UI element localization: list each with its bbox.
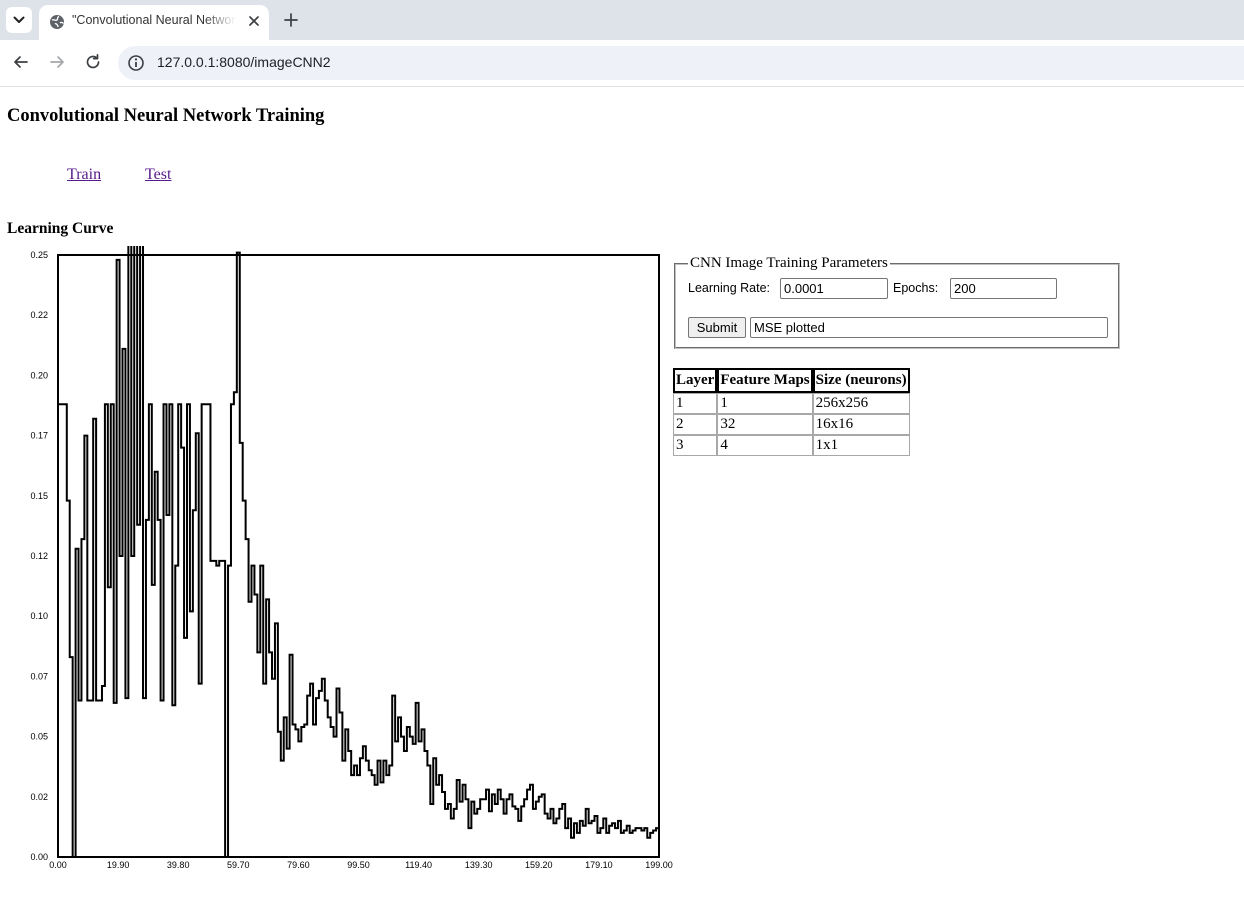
x-tick-label: 119.40 bbox=[405, 860, 432, 870]
url-text: 127.0.0.1:8080/imageCNN2 bbox=[157, 54, 331, 70]
x-tick-label: 59.70 bbox=[227, 860, 250, 870]
y-tick-label: 0.20 bbox=[30, 370, 48, 380]
x-tick-label: 19.90 bbox=[107, 860, 130, 870]
cell-size: 16x16 bbox=[812, 414, 910, 435]
table-row: 1 1 256x256 bbox=[673, 393, 910, 414]
globe-icon bbox=[50, 15, 64, 29]
plot-area-border bbox=[57, 254, 660, 858]
forward-arrow-icon[interactable] bbox=[47, 52, 67, 72]
parameters-legend: CNN Image Training Parameters bbox=[690, 255, 888, 271]
learning-curve-chart: 0.25 0.22 0.20 0.17 0.15 0.12 0.10 0.07 0.05 0.02… bbox=[30, 246, 673, 870]
y-tick-label: 0.25 bbox=[30, 250, 48, 260]
back-arrow-icon[interactable] bbox=[11, 52, 31, 72]
train-link[interactable]: Train bbox=[67, 166, 101, 184]
x-tick-label: 159.20 bbox=[525, 860, 553, 870]
cell-layer: 2 bbox=[673, 414, 718, 435]
y-tick-label: 0.00 bbox=[30, 852, 48, 862]
address-bar[interactable]: 127.0.0.1:8080/imageCNN2 bbox=[118, 46, 1244, 80]
x-tick-label: 79.60 bbox=[287, 860, 310, 870]
tab-title: "Convolutional Neural Network bbox=[72, 13, 236, 27]
browser-tab[interactable]: "Convolutional Neural Network bbox=[39, 5, 269, 40]
cell-layer: 3 bbox=[673, 435, 718, 456]
reload-icon[interactable] bbox=[83, 52, 103, 72]
learning-rate-input[interactable] bbox=[780, 278, 888, 299]
table-row: 3 4 1x1 bbox=[673, 435, 910, 456]
y-tick-label: 0.02 bbox=[30, 792, 48, 802]
site-info-icon[interactable] bbox=[127, 54, 145, 72]
browser-toolbar: 127.0.0.1:8080/imageCNN2 bbox=[0, 40, 1244, 87]
cell-feature-maps: 4 bbox=[717, 435, 813, 456]
new-tab-plus-icon[interactable] bbox=[281, 10, 301, 30]
layer-table-header: Layer Feature Maps Size (neurons) bbox=[673, 368, 910, 393]
submit-button[interactable]: Submit bbox=[688, 317, 746, 338]
y-tick-label: 0.05 bbox=[30, 732, 48, 742]
status-field: MSE plotted bbox=[750, 317, 1108, 338]
y-tick-label: 0.17 bbox=[30, 431, 48, 441]
x-tick-label: 179.10 bbox=[585, 860, 613, 870]
table-row: 2 32 16x16 bbox=[673, 414, 910, 435]
cell-feature-maps: 1 bbox=[717, 393, 813, 414]
y-tick-label: 0.10 bbox=[30, 611, 48, 621]
page-title: Convolutional Neural Network Training bbox=[7, 106, 325, 126]
layer-table: Layer Feature Maps Size (neurons) 1 1 25… bbox=[673, 368, 910, 456]
test-link[interactable]: Test bbox=[145, 166, 171, 184]
epochs-input[interactable] bbox=[950, 278, 1057, 299]
x-tick-label: 0.00 bbox=[49, 860, 67, 870]
browser-tab-strip: "Convolutional Neural Network bbox=[0, 0, 1244, 40]
header-size: Size (neurons) bbox=[812, 368, 910, 393]
learning-rate-label: Learning Rate: bbox=[688, 281, 771, 295]
x-tick-label: 139.30 bbox=[465, 860, 493, 870]
cell-layer: 1 bbox=[673, 393, 718, 414]
tab-search-button[interactable] bbox=[6, 7, 32, 33]
x-tick-label: 199.00 bbox=[645, 860, 673, 870]
y-axis-labels: 0.25 0.22 0.20 0.17 0.15 0.12 0.10 0.07 0.05 0.02… bbox=[30, 250, 48, 862]
mse-series bbox=[58, 246, 660, 858]
y-tick-label: 0.12 bbox=[30, 551, 48, 561]
epochs-label: Epochs: bbox=[893, 281, 939, 295]
cell-size: 256x256 bbox=[812, 393, 910, 414]
series-line bbox=[58, 246, 660, 858]
close-icon[interactable] bbox=[246, 13, 262, 29]
x-tick-label: 99.50 bbox=[347, 860, 370, 870]
y-tick-label: 0.22 bbox=[30, 310, 48, 320]
learning-curve-heading: Learning Curve bbox=[7, 220, 114, 237]
cell-feature-maps: 32 bbox=[717, 414, 813, 435]
y-tick-label: 0.07 bbox=[30, 671, 48, 681]
chevron-down-icon bbox=[13, 16, 25, 23]
x-axis-labels: 0.00 19.90 39.80 59.70 79.60 99.50 119.40 139.3… bbox=[49, 860, 673, 870]
y-tick-label: 0.15 bbox=[30, 491, 48, 501]
header-feature-maps: Feature Maps bbox=[717, 368, 813, 393]
header-layer: Layer bbox=[673, 368, 718, 393]
cell-size: 1x1 bbox=[812, 435, 910, 456]
x-tick-label: 39.80 bbox=[167, 860, 190, 870]
